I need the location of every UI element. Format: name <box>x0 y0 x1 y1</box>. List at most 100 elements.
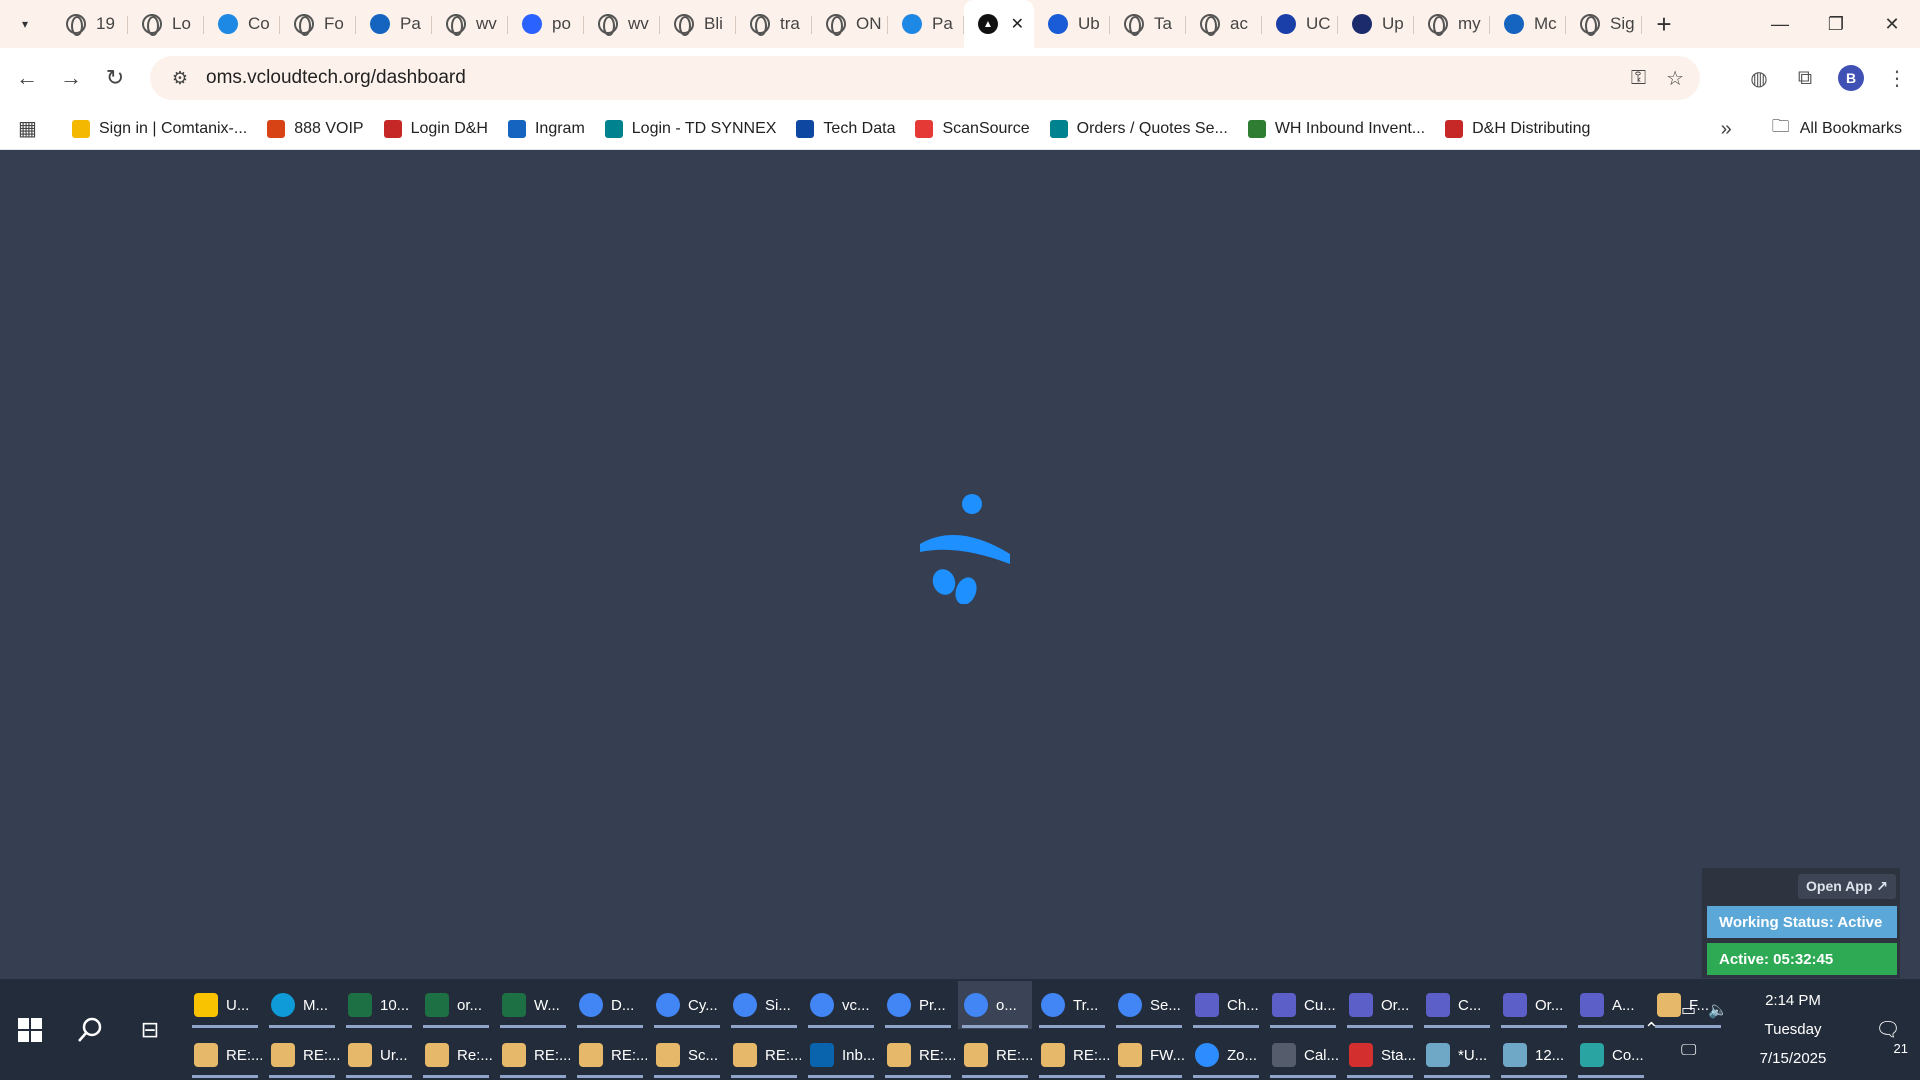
taskbar-app-button[interactable]: o... <box>958 981 1032 1029</box>
bookmark-item[interactable]: Tech Data <box>796 119 895 138</box>
taskbar-app-button[interactable]: Se... <box>1112 981 1186 1029</box>
taskbar-app-button[interactable]: Or... <box>1497 981 1571 1029</box>
taskbar-app-button[interactable]: Re:... <box>419 1031 493 1079</box>
taskbar-app-button[interactable]: Sc... <box>650 1031 724 1079</box>
bookmark-item[interactable]: Ingram <box>507 119 585 138</box>
tab[interactable]: Mc <box>1490 0 1566 48</box>
bookmark-star-icon[interactable]: ☆ <box>1666 66 1684 91</box>
tab[interactable]: Ta <box>1110 0 1186 48</box>
site-info-icon[interactable]: ⚙ <box>160 68 200 89</box>
taskbar-search-button[interactable] <box>60 979 120 1080</box>
taskbar-app-button[interactable]: Ur... <box>342 1031 416 1079</box>
new-tab-button[interactable]: + <box>1646 6 1682 42</box>
tab[interactable]: wv <box>584 0 660 48</box>
tab[interactable]: Fo <box>280 0 356 48</box>
password-key-icon[interactable]: ⚿ <box>1631 67 1646 90</box>
tab[interactable]: Pa <box>888 0 964 48</box>
taskbar-app-button[interactable]: RE:... <box>727 1031 801 1079</box>
tab[interactable]: Ub <box>1034 0 1110 48</box>
taskbar-app-button[interactable]: Cu... <box>1266 981 1340 1029</box>
taskbar-app-button[interactable]: 12... <box>1497 1031 1571 1079</box>
address-bar[interactable]: ⚙ oms.vcloudtech.org/dashboard ⚿ ☆ <box>150 56 1700 100</box>
forward-button[interactable]: → <box>49 56 93 100</box>
tab[interactable]: tra <box>736 0 812 48</box>
taskbar-app-button[interactable]: FW... <box>1112 1031 1186 1079</box>
taskbar-app-button[interactable]: RE:... <box>188 1031 262 1079</box>
profile-button[interactable]: B <box>1828 55 1874 101</box>
bookmark-item[interactable]: D&H Distributing <box>1445 119 1590 138</box>
taskbar-app-button[interactable]: RE:... <box>573 1031 647 1079</box>
bookmark-item[interactable]: ScanSource <box>915 119 1030 138</box>
tab[interactable]: Sig <box>1566 0 1642 48</box>
more-bookmarks-icon[interactable]: » <box>1721 118 1732 141</box>
apps-grid-icon[interactable]: ▦ <box>18 116 48 141</box>
battery-icon[interactable]: ▭ <box>1681 1000 1696 1020</box>
bookmark-item[interactable]: Orders / Quotes Se... <box>1049 119 1228 138</box>
volume-icon[interactable]: 🔈 <box>1708 1000 1728 1020</box>
url-text[interactable]: oms.vcloudtech.org/dashboard <box>206 67 466 89</box>
taskbar-app-button[interactable]: Si... <box>727 981 801 1029</box>
taskbar-app-button[interactable]: Pr... <box>881 981 955 1029</box>
clock[interactable]: 2:14 PM Tuesday 7/15/2025 <box>1748 986 1838 1073</box>
taskbar-app-button[interactable]: Ch... <box>1189 981 1263 1029</box>
network-icon[interactable]: 🖵 <box>1681 1042 1728 1060</box>
taskbar-app-button[interactable]: 10... <box>342 981 416 1029</box>
tab[interactable]: Pa <box>356 0 432 48</box>
back-button[interactable]: ← <box>5 56 49 100</box>
taskbar-app-button[interactable]: Sta... <box>1343 1031 1417 1079</box>
tab[interactable]: my <box>1414 0 1490 48</box>
taskbar-app-button[interactable]: or... <box>419 981 493 1029</box>
taskbar-app-button[interactable]: RE:... <box>496 1031 570 1079</box>
show-hidden-icons-button[interactable]: ⌃ <box>1644 1019 1659 1040</box>
browser-menu-icon[interactable]: ⋮ <box>1874 55 1920 101</box>
bookmark-item[interactable]: Login D&H <box>383 119 488 138</box>
taskbar-app-button[interactable]: Or... <box>1343 981 1417 1029</box>
minimize-button[interactable]: — <box>1752 0 1808 48</box>
notification-center-button[interactable]: 🗨 21 <box>1868 1017 1908 1056</box>
taskbar-app-button[interactable]: W... <box>496 981 570 1029</box>
tab[interactable]: Up <box>1338 0 1414 48</box>
taskbar-app-button[interactable]: RE:... <box>1035 1031 1109 1079</box>
tab[interactable]: Co <box>204 0 280 48</box>
bookmark-item[interactable]: Login - TD SYNNEX <box>604 119 776 138</box>
taskbar-app-button[interactable]: RE:... <box>958 1031 1032 1079</box>
bookmark-item[interactable]: 888 VOIP <box>267 119 364 138</box>
task-view-button[interactable]: ⊟ <box>120 979 180 1080</box>
tab[interactable]: Lo <box>128 0 204 48</box>
tab[interactable]: UC <box>1262 0 1338 48</box>
taskbar-app-button[interactable]: C... <box>1420 981 1494 1029</box>
extensions-icon[interactable]: ⧉ <box>1782 55 1828 101</box>
open-app-button[interactable]: Open App ↗ <box>1798 874 1896 899</box>
taskbar-app-button[interactable]: *U... <box>1420 1031 1494 1079</box>
all-bookmarks-link[interactable]: All Bookmarks <box>1800 120 1902 138</box>
taskbar-app-button[interactable]: Tr... <box>1035 981 1109 1029</box>
tab[interactable]: ac <box>1186 0 1262 48</box>
reload-button[interactable]: ↻ <box>93 56 137 100</box>
taskbar-app-button[interactable]: Co... <box>1574 1031 1648 1079</box>
taskbar-app-button[interactable]: vc... <box>804 981 878 1029</box>
taskbar-app-button[interactable]: Zo... <box>1189 1031 1263 1079</box>
tab[interactable]: wv <box>432 0 508 48</box>
restore-button[interactable]: ❐ <box>1808 0 1864 48</box>
translate-icon[interactable]: ◍ <box>1736 55 1782 101</box>
taskbar-app-button[interactable]: Cal... <box>1266 1031 1340 1079</box>
bookmark-item[interactable]: WH Inbound Invent... <box>1247 119 1425 138</box>
tab-active[interactable]: ▲ ✕ <box>964 0 1034 48</box>
bookmark-item[interactable]: Sign in | Comtanix-... <box>72 119 247 138</box>
taskbar-app-button[interactable]: D... <box>573 981 647 1029</box>
taskbar-app-button[interactable]: RE:... <box>265 1031 339 1079</box>
tab[interactable]: 19 <box>52 0 128 48</box>
close-window-button[interactable]: ✕ <box>1864 0 1920 48</box>
taskbar-app-button[interactable]: RE:... <box>881 1031 955 1079</box>
tab-search-button[interactable]: ▾ <box>8 7 42 41</box>
taskbar-app-button[interactable]: M... <box>265 981 339 1029</box>
tab[interactable]: po <box>508 0 584 48</box>
taskbar-app-button[interactable]: Inb... <box>804 1031 878 1079</box>
tab-close-icon[interactable]: ✕ <box>1011 14 1024 34</box>
tab[interactable]: ON <box>812 0 888 48</box>
taskbar-app-button[interactable]: Cy... <box>650 981 724 1029</box>
tab[interactable]: Bli <box>660 0 736 48</box>
taskbar-app-button[interactable]: A... <box>1574 981 1648 1029</box>
taskbar-app-button[interactable]: U... <box>188 981 262 1029</box>
start-button[interactable] <box>0 979 60 1080</box>
